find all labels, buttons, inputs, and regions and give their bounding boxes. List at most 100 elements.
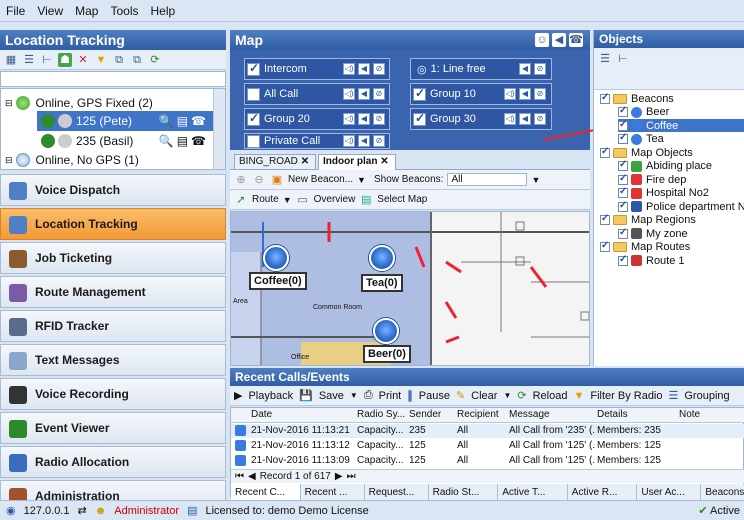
print-icon: ⎙ xyxy=(363,389,373,401)
tree-checkbox[interactable] xyxy=(600,240,610,252)
objects-panel: Objects ☰ ⊢ BeaconsBeerCoffeeTeaMap Obje… xyxy=(593,30,744,366)
tree-item[interactable]: Beer xyxy=(618,105,669,119)
red-icon xyxy=(631,174,642,185)
tree-checkbox[interactable] xyxy=(618,173,628,185)
table-cell: Members: 235 xyxy=(597,425,661,436)
status-state-wrap: ✔ Active xyxy=(698,504,740,517)
tree-checkbox[interactable] xyxy=(600,146,610,158)
tree-view-icon[interactable]: ⊢ xyxy=(616,52,630,66)
tree-item[interactable]: My zone xyxy=(618,227,688,240)
column-header[interactable]: Message xyxy=(509,409,595,420)
prev-page-icon[interactable]: ◀ xyxy=(248,471,256,482)
pause-button[interactable]: Pause xyxy=(419,390,450,402)
table-header: Date Radio Sy... Sender Recipient Message Det… xyxy=(231,408,744,423)
tree-checkbox[interactable] xyxy=(600,213,610,225)
tree-checkbox[interactable] xyxy=(618,227,628,239)
table-cell: All Call from '235' (... xyxy=(509,425,595,436)
folder-icon xyxy=(613,93,627,104)
table-row[interactable]: 21-Nov-2016 11:13:21 Capacity... 235 All All… xyxy=(231,424,744,438)
table-cell: All xyxy=(457,455,469,466)
tree-label: Abiding place xyxy=(646,160,713,172)
folder-icon xyxy=(613,215,627,225)
tree-checkbox[interactable] xyxy=(618,200,628,212)
table-cell: Members: 125 xyxy=(597,455,661,466)
playback-button[interactable]: Playback xyxy=(248,390,293,402)
table-cell: Members: 125 xyxy=(597,440,661,451)
last-page-icon[interactable]: ⏭ xyxy=(347,471,356,482)
tree-label: Map Regions xyxy=(631,214,696,226)
green-icon xyxy=(631,160,642,172)
table-cell: All xyxy=(457,440,469,451)
clear-button[interactable]: Clear xyxy=(471,390,497,402)
tree-label: Route 1 xyxy=(646,254,685,267)
status-bar: ◉ 127.0.0.1 ⇄ ☻ Administrator ▤ Licensed… xyxy=(0,500,744,520)
table-cell: 125 xyxy=(409,440,426,451)
grouping-button[interactable]: Grouping xyxy=(684,390,729,402)
column-header[interactable]: Radio Sy... xyxy=(357,409,407,420)
tree-label: Map Objects xyxy=(631,146,693,159)
tree-label: Police department No 1 xyxy=(646,200,744,213)
tree-checkbox[interactable] xyxy=(618,132,628,144)
print-button[interactable]: Print xyxy=(379,390,402,402)
column-header[interactable]: Sender xyxy=(409,409,455,420)
tree-item[interactable]: Hospital No2 xyxy=(618,186,709,200)
tree-checkbox[interactable] xyxy=(600,92,610,104)
column-header[interactable]: Note xyxy=(679,409,739,420)
status-license: Licensed to: demo Demo License xyxy=(205,504,369,517)
table-cell: All Call from '125' (... xyxy=(509,455,595,466)
next-page-icon[interactable]: ▶ xyxy=(335,471,343,482)
column-header[interactable]: Details xyxy=(597,409,677,420)
tree-checkbox[interactable] xyxy=(618,159,628,171)
table-cell: 125 xyxy=(409,455,426,466)
chevron-down-icon[interactable]: ▼ xyxy=(503,391,511,400)
tree-item[interactable]: Fire dep xyxy=(618,173,686,186)
zone-icon xyxy=(631,228,642,239)
tree-item[interactable]: Route 1 xyxy=(618,254,685,267)
status-ip: 127.0.0.1 xyxy=(23,504,70,517)
license-icon: ▤ xyxy=(187,505,198,517)
column-header[interactable]: Date xyxy=(251,409,355,420)
tree-item[interactable]: Abiding place xyxy=(618,159,713,173)
call-icon xyxy=(235,425,246,436)
tree-item[interactable]: Coffee xyxy=(618,119,744,132)
tree-checkbox[interactable] xyxy=(618,186,628,198)
list-view-icon[interactable]: ☰ xyxy=(598,52,612,66)
pause-icon: ∥ xyxy=(407,390,413,402)
tree-item[interactable]: Tea xyxy=(618,132,664,146)
filter-by-radio-button[interactable]: Filter By Radio xyxy=(590,390,662,402)
tree-label: Hospital No2 xyxy=(646,187,709,199)
column-header[interactable]: Recipient xyxy=(457,409,507,420)
tree-item[interactable]: Map Regions xyxy=(600,213,696,227)
tree-item[interactable]: Police department No 1 xyxy=(618,200,744,213)
table-cell: All xyxy=(457,425,469,436)
save-button[interactable]: Save xyxy=(319,390,344,402)
beacon-icon xyxy=(631,133,642,145)
connection-icon: ⇄ xyxy=(77,505,87,517)
objects-toolbar: ☰ ⊢ xyxy=(594,48,744,90)
status-user: Administrator xyxy=(114,504,180,517)
tree-checkbox[interactable] xyxy=(618,119,628,131)
table-cell: 21-Nov-2016 11:13:09 xyxy=(251,455,350,466)
tree-label: Beacons xyxy=(631,92,674,105)
table-row[interactable]: 21-Nov-2016 11:13:12 Capacity... 125 All All… xyxy=(231,439,744,453)
tree-label: Tea xyxy=(646,133,664,145)
call-icon xyxy=(235,440,246,451)
table-cell: 21-Nov-2016 11:13:21 xyxy=(251,425,350,436)
tree-label: My zone xyxy=(646,227,688,240)
tree-item[interactable]: Beacons xyxy=(600,92,674,105)
call-icon xyxy=(235,455,246,466)
tree-item[interactable]: Map Routes xyxy=(600,240,690,254)
recent-title: Recent Calls/Events xyxy=(230,368,744,386)
police-icon xyxy=(631,201,642,212)
first-page-icon[interactable]: ⏮ xyxy=(235,471,244,482)
table-row[interactable]: 21-Nov-2016 11:13:09 Capacity... 125 All All… xyxy=(231,454,744,468)
table-cell: Capacity... xyxy=(357,440,404,451)
tree-checkbox[interactable] xyxy=(618,105,628,117)
redplus-icon xyxy=(631,187,642,199)
tree-item[interactable]: Map Objects xyxy=(600,146,693,159)
grouping-icon: ☰ xyxy=(668,390,679,402)
reload-button[interactable]: Reload xyxy=(533,390,568,402)
user-icon: ☻ xyxy=(94,504,107,517)
chevron-down-icon[interactable]: ▼ xyxy=(350,391,358,400)
tree-checkbox[interactable] xyxy=(618,254,628,266)
